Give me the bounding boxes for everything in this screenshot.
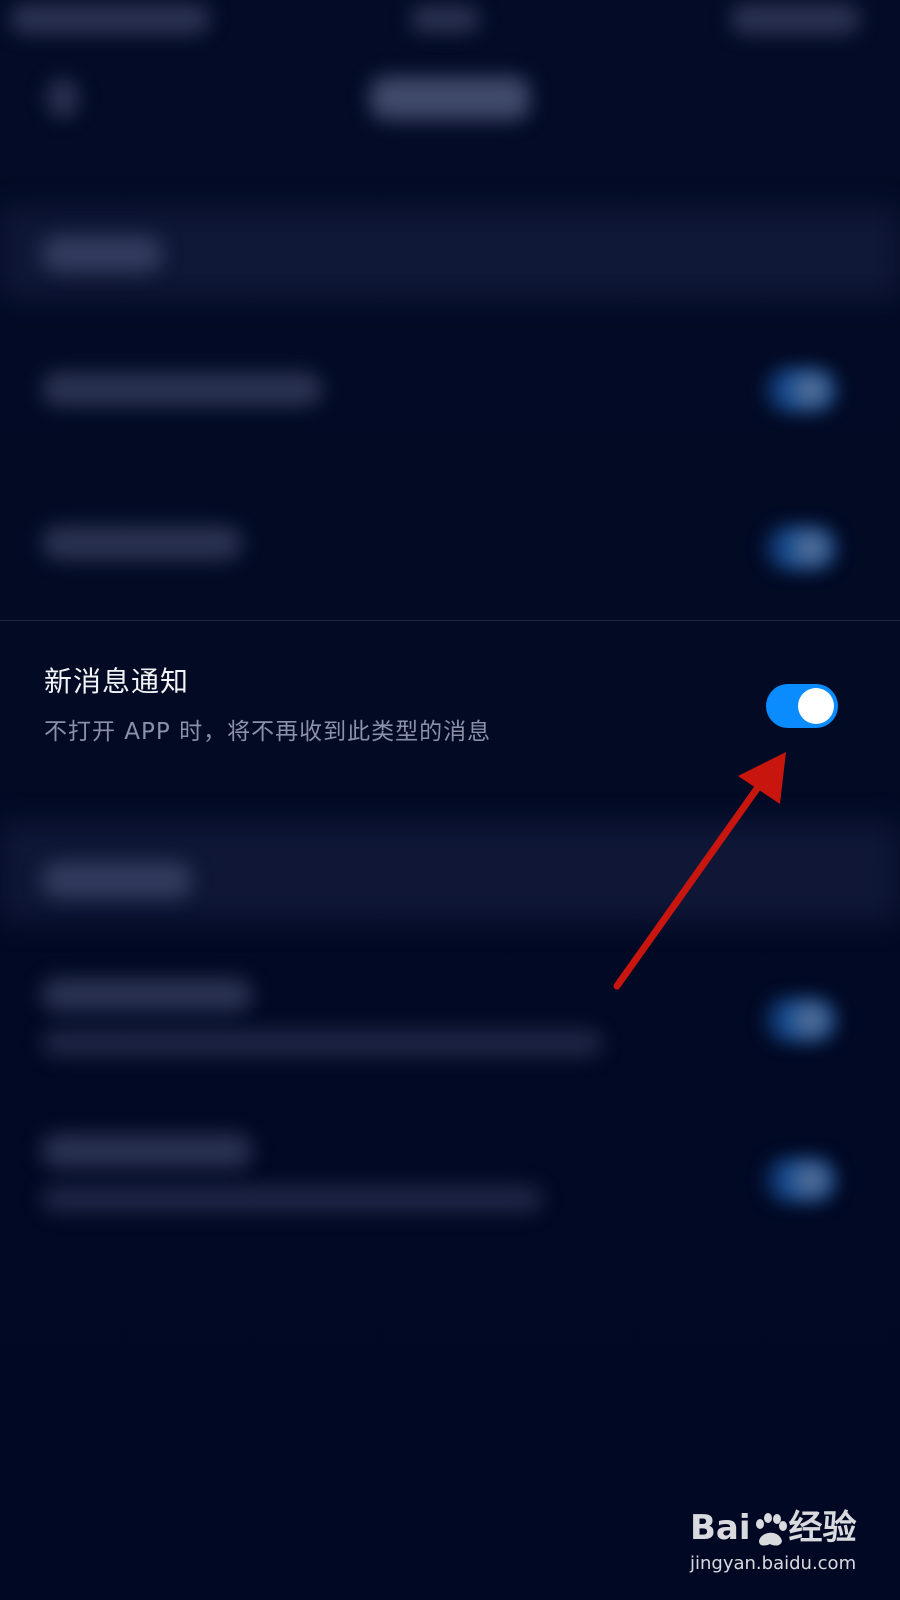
blurred-section-header	[42, 236, 162, 272]
blurred-toggle-1[interactable]	[764, 368, 836, 412]
notification-toggle[interactable]	[766, 684, 838, 728]
blurred-setting-label-2	[42, 526, 242, 560]
settings-screen: 新消息通知 不打开 APP 时，将不再收到此类型的消息 Bai 经验 jingy…	[0, 0, 900, 1600]
watermark-brand-right: 经验	[788, 1508, 857, 1548]
blurred-setting-label-4	[42, 1134, 252, 1168]
toggle-knob	[798, 688, 834, 724]
blurred-section-header-2	[42, 862, 192, 898]
watermark-brand: Bai 经验	[690, 1500, 890, 1549]
blurred-toggle-4[interactable]	[764, 1158, 836, 1202]
blurred-page-title	[370, 76, 530, 120]
watermark-brand-left: Bai	[690, 1508, 751, 1548]
new-message-notification-row[interactable]: 新消息通知 不打开 APP 时，将不再收到此类型的消息	[0, 640, 900, 760]
blurred-setting-label-3	[42, 978, 252, 1012]
setting-description: 不打开 APP 时，将不再收到此类型的消息	[44, 719, 492, 745]
blurred-setting-label-1	[42, 372, 322, 406]
blurred-status-bar-left	[10, 4, 210, 34]
blurred-setting-desc-3	[42, 1030, 602, 1056]
watermark-url: jingyan.baidu.com	[690, 1553, 857, 1574]
blurred-status-bar-center	[410, 6, 480, 32]
blurred-toggle-3[interactable]	[764, 998, 836, 1042]
baidu-jingyan-watermark: Bai 经验 jingyan.baidu.com	[690, 1500, 890, 1574]
setting-title: 新消息通知	[44, 665, 190, 698]
section-divider	[0, 620, 900, 621]
blurred-toggle-2[interactable]	[764, 526, 836, 570]
blurred-back-icon[interactable]	[48, 78, 78, 118]
blurred-setting-desc-4	[42, 1186, 542, 1212]
paw-icon	[755, 1512, 787, 1546]
blurred-status-bar-right	[730, 4, 860, 34]
